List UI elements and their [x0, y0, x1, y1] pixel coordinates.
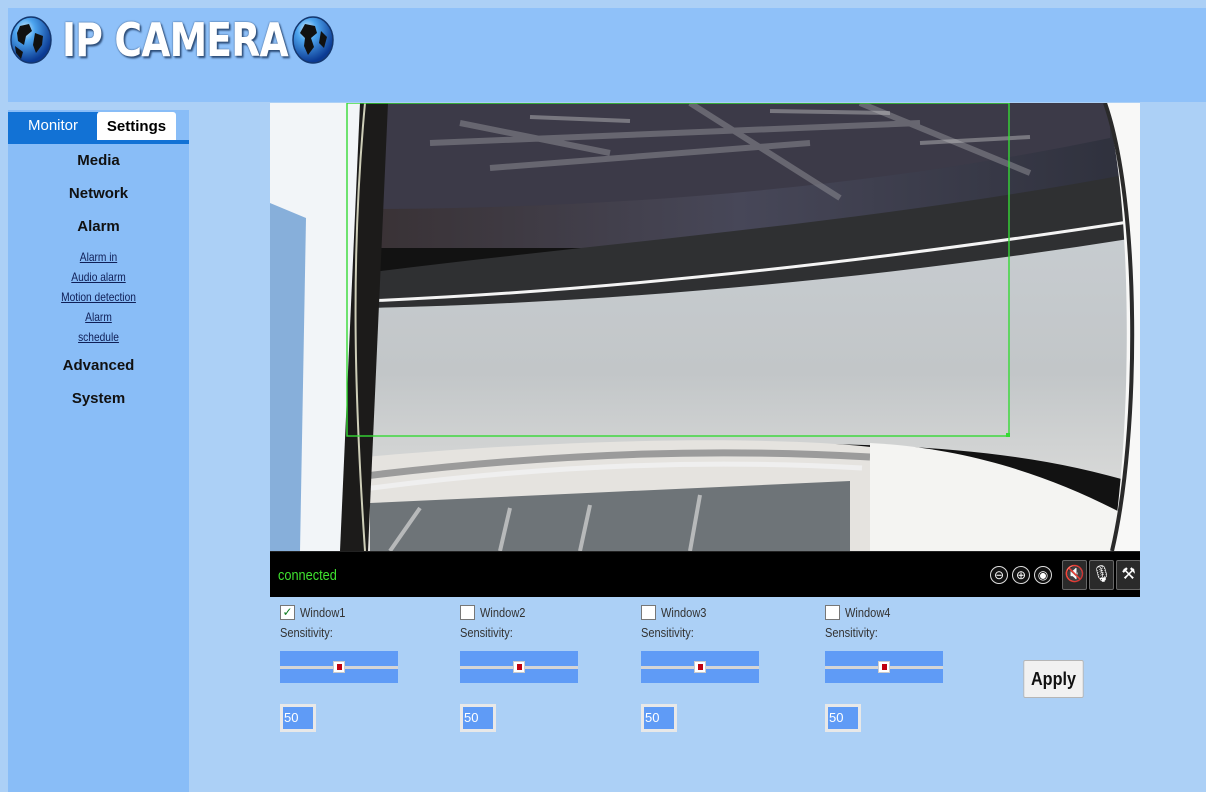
window-3-checkbox[interactable] [641, 604, 656, 620]
window-3-sensitivity-label: Sensitivity: [641, 625, 694, 640]
microphone-off-icon[interactable]: 🎙 [1089, 560, 1114, 590]
window-1-label: Window1 [300, 604, 346, 620]
window-2-label: Window2 [480, 604, 526, 620]
window-4-slider-thumb[interactable] [878, 661, 890, 673]
window-4-label: Window4 [845, 604, 891, 620]
motion-detection-panel: ✓ Window1 Sensitivity: 50 Window2 Sensit… [270, 602, 1150, 752]
menu-network[interactable]: Network [8, 181, 189, 207]
window-2-slider-thumb[interactable] [513, 661, 525, 673]
window-3-sensitivity-slider[interactable] [641, 651, 759, 683]
speaker-mute-icon[interactable]: 🔇 [1062, 560, 1087, 590]
motion-window-3: Window3 Sensitivity: 50 [641, 602, 771, 742]
menu-alarm-schedule-line2[interactable]: schedule [22, 327, 176, 347]
tab-underline [8, 140, 189, 144]
motion-window-2: Window2 Sensitivity: 50 [460, 602, 590, 742]
window-1-checkbox[interactable]: ✓ [280, 604, 295, 620]
window-4-sensitivity-slider[interactable] [825, 651, 943, 683]
window-3-slider-thumb[interactable] [694, 661, 706, 673]
zoom-in-icon[interactable]: ⊕ [1012, 566, 1030, 584]
window-1-checkbox-row: ✓ Window1 [280, 602, 353, 622]
globe-icon [292, 16, 334, 64]
window-4-sensitivity-value[interactable]: 50 [825, 704, 861, 732]
logo: IP CAMERA [8, 8, 336, 72]
menu-media[interactable]: Media [8, 148, 189, 174]
apply-button[interactable]: Apply [1023, 660, 1084, 698]
tools-icon[interactable]: ⚒ [1116, 560, 1140, 590]
camera-frame-image [270, 103, 1140, 551]
window-4-checkbox[interactable] [825, 604, 840, 620]
window-3-label: Window3 [661, 604, 707, 620]
globe-icon [10, 16, 52, 64]
logo-title: IP CAMERA [62, 13, 289, 67]
tab-monitor[interactable]: Monitor [8, 112, 98, 140]
video-toolbar: connected ⊖ ⊕ ◉ 🔇 🎙 ⚒ [270, 551, 1140, 597]
zoom-out-icon[interactable]: ⊖ [990, 566, 1008, 584]
window-4-sensitivity-label: Sensitivity: [825, 625, 878, 640]
menu-alarm-schedule-line1[interactable]: Alarm [22, 307, 176, 327]
window-2-checkbox-row: Window2 [460, 602, 533, 622]
window-2-sensitivity-label: Sensitivity: [460, 625, 513, 640]
record-icon[interactable]: ◉ [1034, 566, 1052, 584]
menu-alarm[interactable]: Alarm [8, 214, 189, 240]
settings-menu: Media Network Alarm Alarm in Audio alarm… [8, 148, 189, 419]
window-1-sensitivity-value[interactable]: 50 [280, 704, 316, 732]
camera-view[interactable]: connected ⊖ ⊕ ◉ 🔇 🎙 ⚒ [270, 103, 1140, 597]
window-4-checkbox-row: Window4 [825, 602, 898, 622]
window-1-sensitivity-label: Sensitivity: [280, 625, 333, 640]
window-3-checkbox-row: Window3 [641, 602, 714, 622]
window-2-sensitivity-slider[interactable] [460, 651, 578, 683]
motion-window-1: ✓ Window1 Sensitivity: 50 [280, 602, 410, 742]
menu-motion-detection[interactable]: Motion detection [22, 287, 176, 307]
connection-status: connected [278, 567, 337, 584]
menu-audio-alarm[interactable]: Audio alarm [22, 267, 176, 287]
window-1-sensitivity-slider[interactable] [280, 651, 398, 683]
window-2-checkbox[interactable] [460, 604, 475, 620]
tab-settings[interactable]: Settings [97, 112, 176, 140]
window-3-sensitivity-value[interactable]: 50 [641, 704, 677, 732]
main-tabs: Monitor Settings [8, 110, 189, 144]
motion-window-4: Window4 Sensitivity: 50 [825, 602, 955, 742]
right-gutter [1190, 102, 1206, 792]
menu-system[interactable]: System [8, 386, 189, 412]
window-2-sensitivity-value[interactable]: 50 [460, 704, 496, 732]
menu-advanced[interactable]: Advanced [8, 353, 189, 379]
window-1-slider-thumb[interactable] [333, 661, 345, 673]
menu-alarm-in[interactable]: Alarm in [22, 247, 176, 267]
